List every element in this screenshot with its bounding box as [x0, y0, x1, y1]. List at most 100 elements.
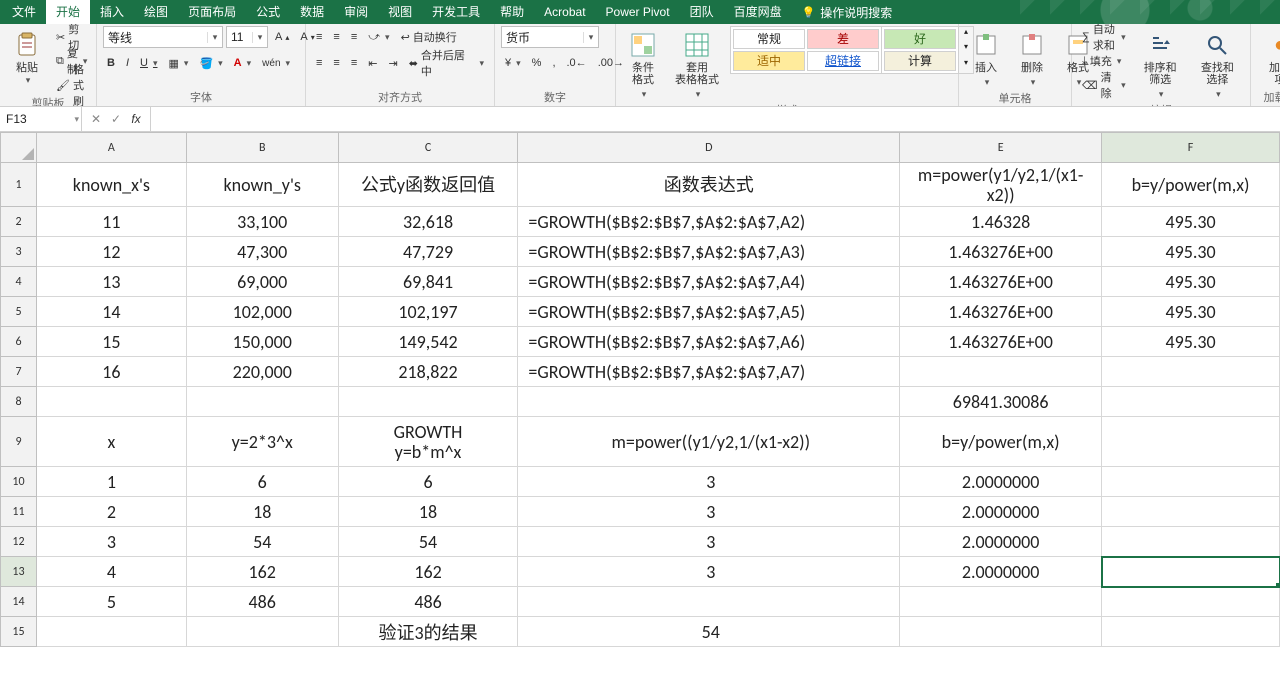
ribbon-tab-2[interactable]: 插入: [90, 0, 134, 24]
cell-E10[interactable]: 2.0000000: [900, 467, 1102, 497]
cell-E9[interactable]: b=y/power(m,x): [900, 417, 1102, 467]
accounting-format-button[interactable]: ¥: [501, 52, 525, 74]
underline-button[interactable]: U: [136, 52, 161, 74]
style-neutral[interactable]: 适中: [733, 51, 805, 71]
cell-A12[interactable]: 3: [36, 527, 186, 557]
sort-filter-button[interactable]: 排序和筛选: [1134, 26, 1187, 103]
font-name-combo[interactable]: 等线 ▾: [103, 26, 223, 48]
row-header-10[interactable]: 10: [1, 467, 37, 497]
col-header-B[interactable]: B: [186, 133, 338, 163]
style-calc[interactable]: 计算: [884, 51, 956, 71]
insert-cells-button[interactable]: 插入: [965, 26, 1007, 91]
cell-B10[interactable]: 6: [186, 467, 338, 497]
chevron-down-icon[interactable]: ▾: [252, 32, 267, 43]
align-bottom-button[interactable]: ≡: [347, 26, 361, 48]
cell-C11[interactable]: 18: [338, 497, 518, 527]
cell-B12[interactable]: 54: [186, 527, 338, 557]
cell-F11[interactable]: [1102, 497, 1280, 527]
cell-C6[interactable]: 149,542: [338, 327, 518, 357]
cell-C1[interactable]: 公式y函数返回值: [338, 163, 518, 207]
row-header-14[interactable]: 14: [1, 587, 37, 617]
chevron-down-icon[interactable]: ▾: [74, 114, 79, 125]
cell-C15[interactable]: 验证3的结果: [338, 617, 518, 647]
cell-B6[interactable]: 150,000: [186, 327, 338, 357]
row-header-4[interactable]: 4: [1, 267, 37, 297]
fill-color-button[interactable]: 🪣: [195, 52, 226, 74]
ribbon-tab-0[interactable]: 文件: [2, 0, 46, 24]
cell-B4[interactable]: 69,000: [186, 267, 338, 297]
cell-D4[interactable]: =GROWTH($B$2:$B$7,$A$2:$A$7,A4): [518, 267, 900, 297]
cell-A13[interactable]: 4: [36, 557, 186, 587]
bold-button[interactable]: B: [103, 52, 119, 74]
accept-formula-button[interactable]: ✓: [106, 109, 126, 129]
cancel-formula-button[interactable]: ✕: [86, 109, 106, 129]
cell-B13[interactable]: 162: [186, 557, 338, 587]
row-header-12[interactable]: 12: [1, 527, 37, 557]
cell-A8[interactable]: [36, 387, 186, 417]
style-bad[interactable]: 差: [807, 29, 879, 49]
cell-B1[interactable]: known_y's: [186, 163, 338, 207]
align-right-button[interactable]: ≡: [347, 52, 361, 74]
indent-decrease-button[interactable]: ⇤: [364, 52, 381, 74]
cell-D11[interactable]: 3: [518, 497, 900, 527]
cell-F6[interactable]: 495.30: [1102, 327, 1280, 357]
ribbon-tab-1[interactable]: 开始: [46, 0, 90, 24]
cell-C2[interactable]: 32,618: [338, 207, 518, 237]
cell-A3[interactable]: 12: [36, 237, 186, 267]
cell-A15[interactable]: [36, 617, 186, 647]
cell-E13[interactable]: 2.0000000: [900, 557, 1102, 587]
cell-F9[interactable]: [1102, 417, 1280, 467]
cell-styles-gallery-2[interactable]: 好 计算: [882, 26, 959, 74]
cell-D3[interactable]: =GROWTH($B$2:$B$7,$A$2:$A$7,A3): [518, 237, 900, 267]
cell-D5[interactable]: =GROWTH($B$2:$B$7,$A$2:$A$7,A5): [518, 297, 900, 327]
cell-A11[interactable]: 2: [36, 497, 186, 527]
ribbon-tab-9[interactable]: 开发工具: [422, 0, 490, 24]
autosum-button[interactable]: ∑自动求和: [1078, 26, 1130, 48]
col-header-D[interactable]: D: [518, 133, 900, 163]
cell-C5[interactable]: 102,197: [338, 297, 518, 327]
cell-F7[interactable]: [1102, 357, 1280, 387]
ribbon-tab-4[interactable]: 页面布局: [178, 0, 246, 24]
align-top-button[interactable]: ≡: [312, 26, 326, 48]
tell-me-search[interactable]: 💡 操作说明搜索: [792, 0, 903, 24]
row-header-11[interactable]: 11: [1, 497, 37, 527]
cell-C9[interactable]: GROWTH y=b*m^x: [338, 417, 518, 467]
row-header-3[interactable]: 3: [1, 237, 37, 267]
increase-decimal-button[interactable]: .0←: [563, 52, 591, 74]
col-header-A[interactable]: A: [36, 133, 186, 163]
cell-F14[interactable]: [1102, 587, 1280, 617]
row-header-7[interactable]: 7: [1, 357, 37, 387]
row-header-15[interactable]: 15: [1, 617, 37, 647]
addins-button[interactable]: ● 加载项: [1257, 26, 1280, 89]
col-header-E[interactable]: E: [900, 133, 1102, 163]
style-good[interactable]: 好: [884, 29, 956, 49]
format-as-table-button[interactable]: 套用 表格格式: [668, 26, 726, 103]
chevron-down-icon[interactable]: ▾: [207, 32, 222, 43]
phonetic-button[interactable]: wén: [258, 52, 294, 74]
worksheet-grid[interactable]: ABCDEF1known_x'sknown_y's公式y函数返回值函数表达式m=…: [0, 132, 1280, 647]
cell-C10[interactable]: 6: [338, 467, 518, 497]
cell-B5[interactable]: 102,000: [186, 297, 338, 327]
cell-A14[interactable]: 5: [36, 587, 186, 617]
ribbon-tab-13[interactable]: 团队: [680, 0, 724, 24]
conditional-formatting-button[interactable]: 条件格式: [622, 26, 664, 103]
cell-D10[interactable]: 3: [518, 467, 900, 497]
paste-button[interactable]: 粘贴: [6, 26, 48, 89]
comma-button[interactable]: ,: [548, 52, 559, 74]
cell-E14[interactable]: [900, 587, 1102, 617]
cell-F13[interactable]: [1102, 557, 1280, 587]
cell-F8[interactable]: [1102, 387, 1280, 417]
insert-function-button[interactable]: fx: [126, 109, 146, 129]
grow-font-button[interactable]: A▴: [271, 26, 293, 48]
cell-F15[interactable]: [1102, 617, 1280, 647]
cell-E5[interactable]: 1.463276E+00: [900, 297, 1102, 327]
cell-D2[interactable]: =GROWTH($B$2:$B$7,$A$2:$A$7,A2): [518, 207, 900, 237]
font-size-combo[interactable]: 11 ▾: [226, 26, 268, 48]
cell-A4[interactable]: 13: [36, 267, 186, 297]
cell-F10[interactable]: [1102, 467, 1280, 497]
cell-E2[interactable]: 1.46328: [900, 207, 1102, 237]
cell-F1[interactable]: b=y/power(m,x): [1102, 163, 1280, 207]
style-normal[interactable]: 常规: [733, 29, 805, 49]
style-link[interactable]: 超链接: [807, 51, 879, 71]
cell-D8[interactable]: [518, 387, 900, 417]
